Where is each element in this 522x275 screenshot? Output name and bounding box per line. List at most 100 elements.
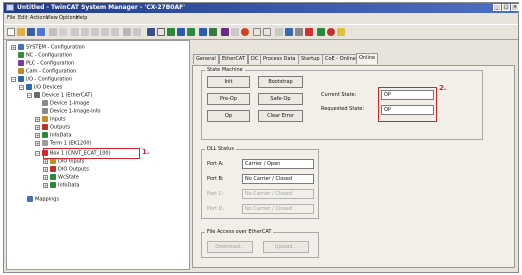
open-folder-icon[interactable] — [17, 28, 25, 36]
upload-button[interactable]: Upload... — [263, 241, 309, 253]
collapse-icon[interactable]: − — [19, 84, 24, 90]
tree-item-plc[interactable]: PLC - Configuration — [18, 60, 74, 67]
print-icon[interactable] — [49, 28, 57, 36]
activate-config-icon[interactable] — [177, 28, 185, 36]
tool-icon[interactable] — [133, 28, 141, 36]
tree-item-dio-outputs[interactable]: + DIO Outputs — [43, 166, 89, 173]
tree-item-wcstate[interactable]: + WcState — [43, 174, 79, 181]
tree-item-outputs[interactable]: + Outputs — [35, 124, 70, 131]
tree-item-mappings[interactable]: Mappings — [27, 196, 59, 203]
menu-view[interactable]: View — [46, 15, 58, 21]
box-highlight — [43, 148, 140, 159]
cut-icon[interactable] — [71, 28, 79, 36]
expand-icon[interactable]: + — [35, 132, 40, 138]
new-file-icon[interactable] — [7, 28, 15, 36]
tab-coe-online[interactable]: CoE - Online — [322, 54, 359, 64]
collapse-icon[interactable]: − — [27, 92, 32, 98]
target-icon[interactable] — [209, 28, 217, 36]
config-tree: + SYSTEM - Configuration NC - Configurati… — [6, 40, 190, 270]
requested-state-field: OP — [381, 105, 434, 115]
help-icon[interactable] — [123, 28, 131, 36]
safe-op-button[interactable]: Safe-Op — [258, 93, 303, 105]
outputs-icon — [50, 166, 56, 172]
tree-item-system[interactable]: + SYSTEM - Configuration — [11, 44, 85, 51]
login-icon[interactable] — [199, 28, 207, 36]
system-icon — [18, 44, 24, 50]
find-icon[interactable] — [111, 28, 119, 36]
nc-icon — [18, 52, 24, 58]
tab-process-data[interactable]: Process Data — [260, 54, 299, 64]
zoom-icon[interactable] — [263, 28, 271, 36]
window-title: Untitled - TwinCAT System Manager - 'CX-… — [17, 4, 186, 11]
infodata-icon — [42, 132, 48, 138]
collapse-icon[interactable]: − — [11, 76, 16, 82]
save-icon[interactable] — [27, 28, 35, 36]
online-panel: State Machine Init Bootstrap Pre-Op Safe… — [192, 65, 515, 268]
expand-icon[interactable]: + — [11, 44, 16, 50]
expand-icon[interactable]: + — [43, 166, 48, 172]
port-b-label: Port B: — [207, 176, 224, 182]
settings-icon[interactable] — [305, 28, 313, 36]
tree-item-infodata[interactable]: + InfoData — [35, 132, 71, 139]
port-d-label: Port D: — [207, 206, 225, 212]
search-icon[interactable] — [253, 28, 261, 36]
tree-item-term1[interactable]: + Term 1 (EK1200) — [35, 140, 92, 147]
close-button[interactable]: × — [511, 4, 519, 11]
bootstrap-button[interactable]: Bootstrap — [258, 76, 303, 88]
tree-item-nc[interactable]: NC - Configuration — [18, 52, 72, 59]
maximize-button[interactable]: □ — [502, 4, 510, 11]
tree-item-device1-image[interactable]: Device 1-Image — [42, 100, 89, 107]
port-d-status: No Carrier / Closed — [242, 204, 314, 214]
mapping-icon[interactable] — [317, 28, 325, 36]
scan-devices-icon[interactable] — [147, 28, 155, 36]
tab-online[interactable]: Online — [356, 53, 379, 64]
init-button[interactable]: Init — [207, 76, 250, 88]
stop-icon[interactable] — [327, 28, 335, 36]
save-as-icon[interactable] — [37, 28, 45, 36]
network-icon[interactable] — [221, 28, 229, 36]
menu-file[interactable]: File — [7, 15, 15, 21]
download-button[interactable]: Download... — [207, 241, 253, 253]
copy-icon[interactable] — [81, 28, 89, 36]
list-icon[interactable] — [285, 28, 293, 36]
about-icon[interactable] — [337, 28, 345, 36]
paste-icon[interactable] — [91, 28, 99, 36]
expand-icon[interactable]: + — [43, 182, 48, 188]
tree-item-io-devices[interactable]: − I/O Devices — [19, 84, 62, 91]
tree-item-device1[interactable]: − Device 1 (EtherCAT) — [27, 92, 92, 99]
dll-status-title: DLL Status — [205, 146, 236, 152]
tree-item-dio-inputs[interactable]: + DIO Inputs — [43, 158, 84, 165]
free-run-icon[interactable] — [241, 28, 249, 36]
tree-item-device1-image-info[interactable]: Device 1-Image-Info — [42, 108, 101, 115]
toggle-icon[interactable] — [231, 28, 239, 36]
config-mode-icon[interactable] — [157, 28, 165, 36]
expand-icon[interactable]: + — [35, 124, 40, 130]
run-mode-icon[interactable] — [187, 28, 195, 36]
expand-icon[interactable]: + — [35, 116, 40, 122]
pre-op-button[interactable]: Pre-Op — [207, 93, 250, 105]
menu-edit[interactable]: Edit — [18, 15, 28, 21]
expand-icon[interactable]: + — [35, 140, 40, 146]
op-button[interactable]: Op — [207, 110, 250, 122]
collapse-icon[interactable]: − — [35, 150, 40, 156]
delete-icon[interactable] — [101, 28, 109, 36]
tab-general[interactable]: General — [193, 54, 219, 64]
check-config-icon[interactable] — [167, 28, 175, 36]
terminal-icon — [42, 140, 48, 146]
tree-item-cam[interactable]: Cam - Configuration — [18, 68, 76, 75]
port-b-status: No Carrier / Closed — [242, 174, 314, 184]
clear-error-button[interactable]: Clear Error — [258, 110, 303, 122]
tree-item-io[interactable]: − I/O - Configuration — [11, 76, 72, 83]
menu-help[interactable]: Help — [76, 15, 87, 21]
minimize-button[interactable]: _ — [493, 4, 501, 11]
preview-icon[interactable] — [59, 28, 67, 36]
expand-icon[interactable]: + — [43, 158, 48, 164]
properties-icon[interactable] — [295, 28, 303, 36]
expand-icon[interactable]: + — [43, 174, 48, 180]
current-state-field: OP — [381, 90, 434, 100]
tab-ethercat[interactable]: EtherCAT — [219, 54, 248, 64]
tree-item-inputs[interactable]: + Inputs — [35, 116, 66, 123]
tab-startup[interactable]: Startup — [298, 54, 323, 64]
tree-item-box-infodata[interactable]: + InfoData — [43, 182, 79, 189]
bookmark-icon[interactable] — [275, 28, 283, 36]
